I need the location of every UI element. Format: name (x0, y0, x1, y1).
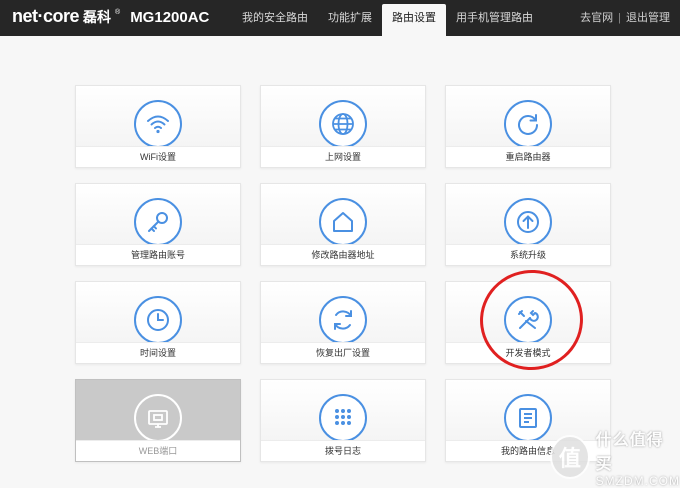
link-separator: | (618, 12, 621, 24)
card-label: WEB端口 (76, 440, 240, 461)
web-port-card: WEB端口 (75, 379, 241, 462)
card-label: WiFi设置 (76, 146, 240, 167)
netcore-logo-cn: 磊科 (83, 9, 112, 25)
watermark-title: 什么值得买 (595, 432, 664, 473)
card-label: 系统升级 (446, 244, 610, 265)
dial-log-icon (319, 394, 367, 442)
watermark-badge-icon: 值 (550, 435, 590, 479)
system-upgrade-card[interactable]: 系统升级 (445, 183, 611, 266)
registered-mark: ® (115, 9, 121, 16)
factory-reset-icon (319, 296, 367, 344)
dial-log-card[interactable]: 拨号日志 (260, 379, 426, 462)
web-port-icon (134, 394, 182, 442)
upgrade-icon (504, 198, 552, 246)
netcore-logo: net·core (12, 6, 80, 26)
home-icon (319, 198, 367, 246)
card-label: 修改路由器地址 (261, 244, 425, 265)
tab-mobile-manage[interactable]: 用手机管理路由 (446, 0, 543, 36)
top-links: 去官网 | 退出管理 (580, 0, 670, 36)
tab-my-secure-router[interactable]: 我的安全路由 (232, 0, 318, 36)
model-name: MG1200AC (130, 9, 210, 26)
router-address-card[interactable]: 修改路由器地址 (260, 183, 426, 266)
globe-icon (319, 100, 367, 148)
tab-router-settings[interactable]: 路由设置 (382, 4, 446, 36)
restart-router-card[interactable]: 重启路由器 (445, 85, 611, 168)
card-label: 上网设置 (261, 146, 425, 167)
card-label: 管理路由账号 (76, 244, 240, 265)
brand: net·core 磊科 ® MG1200AC (12, 6, 209, 30)
card-label: 拨号日志 (261, 440, 425, 461)
card-label: 重启路由器 (446, 146, 610, 167)
official-site-link[interactable]: 去官网 (580, 0, 613, 36)
smzdm-watermark: 值 什么值得买 SMZDM.COM (550, 428, 680, 488)
internet-settings-card[interactable]: 上网设置 (260, 85, 426, 168)
time-settings-card[interactable]: 时间设置 (75, 281, 241, 364)
key-icon (134, 198, 182, 246)
router-info-icon (504, 394, 552, 442)
card-label: 时间设置 (76, 342, 240, 363)
top-bar: net·core 磊科 ® MG1200AC 我的安全路由 功能扩展 路由设置 … (0, 0, 680, 36)
wifi-icon (134, 100, 182, 148)
manage-account-card[interactable]: 管理路由账号 (75, 183, 241, 266)
clock-icon (134, 296, 182, 344)
tab-feature-extension[interactable]: 功能扩展 (318, 0, 382, 36)
logout-link[interactable]: 退出管理 (626, 0, 670, 36)
main-nav: 我的安全路由 功能扩展 路由设置 用手机管理路由 (232, 0, 543, 36)
card-label: 恢复出厂设置 (261, 342, 425, 363)
factory-reset-card[interactable]: 恢复出厂设置 (260, 281, 426, 364)
wifi-settings-card[interactable]: WiFi设置 (75, 85, 241, 168)
restart-icon (504, 100, 552, 148)
